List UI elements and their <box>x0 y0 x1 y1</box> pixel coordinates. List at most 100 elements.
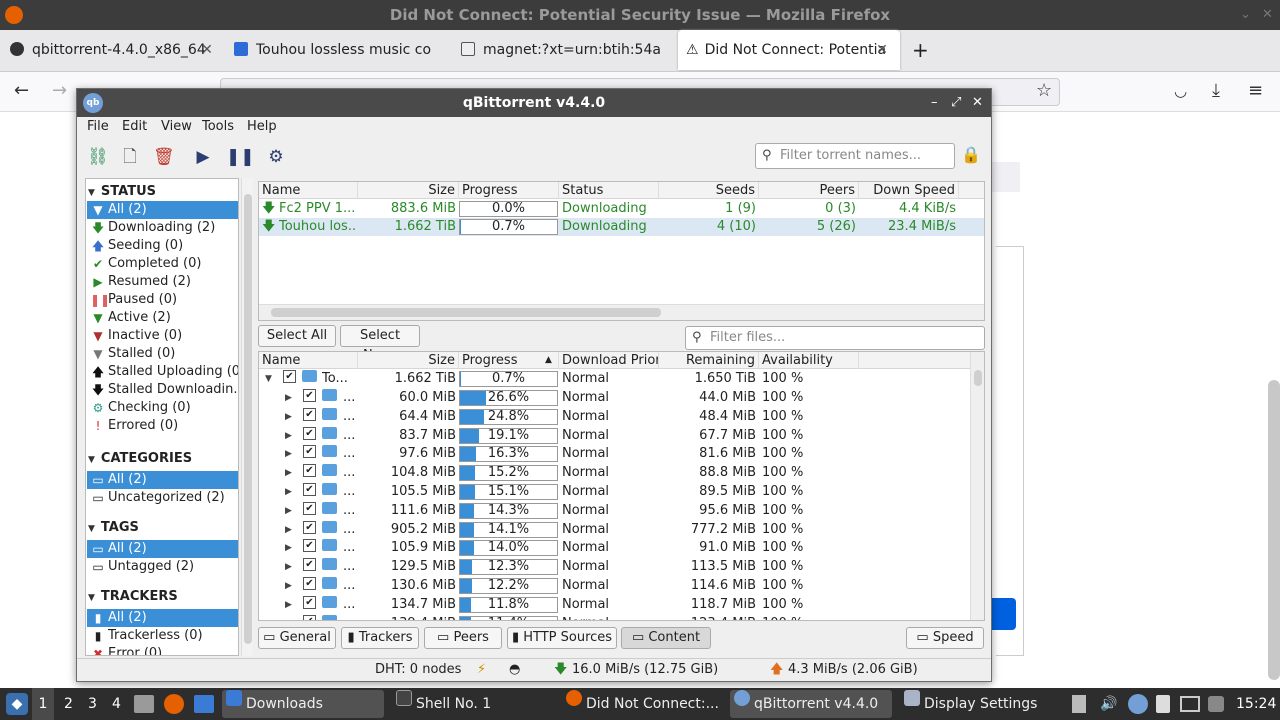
categories-section-header[interactable]: ▼ CATEGORIES <box>88 450 192 468</box>
checkbox[interactable]: ✔ <box>283 370 296 383</box>
file-priority[interactable]: Normal <box>562 464 658 482</box>
back-icon[interactable]: ← <box>14 80 29 101</box>
file-priority[interactable]: Normal <box>562 370 658 388</box>
add-torrent-file-icon[interactable]: 🗋 <box>120 147 140 167</box>
scrollbar-thumb[interactable] <box>271 308 661 317</box>
close-tab-icon[interactable]: ✕ <box>874 30 890 70</box>
status-filter-item[interactable]: ! Errored (0) <box>87 417 238 435</box>
torrent-table-hscrollbar[interactable] <box>259 304 984 320</box>
tab-qbittorrent-release[interactable]: qbittorrent-4.4.0_x86_64 ✕ <box>10 30 215 70</box>
checkbox[interactable]: ✔ <box>303 501 316 515</box>
tab-trackers[interactable]: ▮ Trackers <box>341 627 419 649</box>
menu-file[interactable]: File <box>87 119 109 134</box>
add-torrent-link-icon[interactable]: ⛓ <box>87 147 109 167</box>
file-row[interactable]: ▶ ✔... 64.4 MiB 24.8% Normal 48.4 MiB 100 % <box>259 407 984 426</box>
col-name[interactable]: Name <box>259 352 358 369</box>
file-manager-launcher-icon[interactable] <box>134 695 154 713</box>
page-scrollbar[interactable] <box>1268 380 1280 680</box>
checkbox[interactable]: ✔ <box>303 407 316 421</box>
clipboard-icon[interactable] <box>1072 695 1086 713</box>
expand-icon[interactable]: ▶ <box>285 483 292 501</box>
tag-all[interactable]: ▭ All (2) <box>87 540 238 558</box>
expand-icon[interactable]: ▶ <box>285 539 292 557</box>
close-icon[interactable]: ✕ <box>972 89 983 117</box>
status-filter-item[interactable]: 🡅 Stalled Uploading (0) <box>87 363 238 381</box>
status-filter-item[interactable]: ▼ All (2) <box>87 201 238 219</box>
workspace-1[interactable]: 1 <box>32 688 54 720</box>
status-filter-item[interactable]: ❚❚ Paused (0) <box>87 291 238 309</box>
col-priority[interactable]: Download Priorit <box>559 352 659 369</box>
menu-view[interactable]: View <box>161 119 192 134</box>
expand-icon[interactable]: ▶ <box>285 445 292 463</box>
col-progress[interactable]: Progress <box>459 352 559 369</box>
checkbox[interactable]: ✔ <box>303 426 316 440</box>
menu-edit[interactable]: Edit <box>122 119 147 134</box>
options-gear-icon[interactable]: ⚙ <box>266 147 286 167</box>
file-row[interactable]: ▶ ✔... 60.0 MiB 26.6% Normal 44.0 MiB 100 % <box>259 389 984 407</box>
tab-did-not-connect[interactable]: ⚠ Did Not Connect: Potentia ✕ <box>678 30 900 70</box>
file-priority[interactable]: Normal <box>562 483 658 501</box>
expand-icon[interactable]: ▶ <box>285 502 292 520</box>
menu-tools[interactable]: Tools <box>202 119 234 134</box>
file-row[interactable]: ▶ ✔... 105.5 MiB 15.1% Normal 89.5 MiB 100 % <box>259 483 984 501</box>
file-priority[interactable]: Normal <box>562 615 658 620</box>
expand-icon[interactable]: ▶ <box>285 521 292 539</box>
tracker-error[interactable]: ✖ Error (0) <box>87 645 238 655</box>
downloads-icon[interactable]: ⤓ <box>1212 80 1220 101</box>
file-row[interactable]: ▶ ✔...139.4 MiB 11.4% Normal123.4 MiB 100 % <box>259 614 984 620</box>
col-remaining[interactable]: Remaining <box>659 352 759 369</box>
task-shell[interactable]: Shell No. 1 <box>392 690 552 718</box>
status-filter-item[interactable]: 🡇 Downloading (2) <box>87 219 238 237</box>
resume-icon[interactable]: ▶ <box>193 147 213 167</box>
col-name[interactable]: Name <box>259 182 358 199</box>
tracker-trackerless[interactable]: ▮ Trackerless (0) <box>87 627 238 645</box>
pause-icon[interactable]: ❚❚ <box>226 147 255 167</box>
volume-icon[interactable]: 🔊 <box>1100 688 1117 720</box>
file-row[interactable]: ▶ ✔... 129.5 MiB 12.3% Normal 113.5 MiB 100 % <box>259 558 984 576</box>
torrent-row[interactable]: 🡇 Touhou los... 1.662 TiB 0.7% Downloadi… <box>259 218 984 236</box>
maximize-icon[interactable]: ⤢ <box>951 89 961 117</box>
checkbox[interactable]: ✔ <box>303 614 316 620</box>
status-filter-item[interactable]: 🡅 Seeding (0) <box>87 237 238 255</box>
speed-button[interactable]: ▭ Speed <box>906 627 984 649</box>
checkbox[interactable]: ✔ <box>303 389 316 402</box>
checkbox[interactable]: ✔ <box>303 595 316 609</box>
network-icon[interactable] <box>1180 696 1200 712</box>
scrollbar-thumb[interactable] <box>244 194 252 644</box>
file-row[interactable]: ▶ ✔... 83.7 MiB 19.1% Normal 67.7 MiB 100 % <box>259 426 984 445</box>
status-section-header[interactable]: ▼ STATUS <box>88 183 156 201</box>
task-qbittorrent[interactable]: qBittorrent v4.4.0 <box>730 690 892 718</box>
workspace-2[interactable]: 2 <box>64 688 73 720</box>
tab-touhou[interactable]: Touhou lossless music co <box>234 30 444 70</box>
minimize-icon[interactable]: ⌄ <box>1240 0 1251 30</box>
pocket-icon[interactable]: ◡ <box>1174 82 1187 100</box>
col-availability[interactable]: Availability <box>759 352 859 369</box>
expand-icon[interactable]: ▶ <box>285 464 292 482</box>
col-down-speed[interactable]: Down Speed <box>859 182 959 199</box>
expand-icon[interactable]: ▶ <box>285 408 292 426</box>
expand-icon[interactable]: ▶ <box>285 427 292 445</box>
speed-limit-icon[interactable]: ◓ <box>509 659 520 681</box>
tab-peers[interactable]: ▭ Peers <box>424 627 502 649</box>
expand-icon[interactable]: ▶ <box>285 389 292 407</box>
new-tab-button[interactable]: + <box>912 30 928 70</box>
tags-section-header[interactable]: ▼ TAGS <box>88 519 139 537</box>
tracker-all[interactable]: ▮ All (2) <box>87 609 238 627</box>
file-priority[interactable]: Normal <box>562 389 658 407</box>
task-firefox[interactable]: Did Not Connect:... <box>562 690 724 718</box>
category-all[interactable]: ▭ All (2) <box>87 471 238 489</box>
tab-general[interactable]: ▭ General <box>258 627 336 649</box>
file-priority[interactable]: Normal <box>562 577 658 595</box>
menu-help[interactable]: Help <box>247 119 277 134</box>
sidebar-scrollbar[interactable] <box>241 178 253 656</box>
file-row[interactable]: ▶ ✔... 130.6 MiB 12.2% Normal 114.6 MiB 100 % <box>259 577 984 595</box>
status-filter-item[interactable]: ▼ Active (2) <box>87 309 238 327</box>
tab-content[interactable]: ▭ Content <box>621 627 711 649</box>
close-tab-icon[interactable]: ✕ <box>199 30 215 70</box>
col-seeds[interactable]: Seeds <box>659 182 759 199</box>
connection-icon[interactable]: ⚡ <box>477 659 486 681</box>
task-downloads[interactable]: Downloads <box>222 690 384 718</box>
task-display-settings[interactable]: Display Settings <box>900 690 1045 718</box>
tag-untagged[interactable]: ▭ Untagged (2) <box>87 558 238 576</box>
file-row[interactable]: ▶ ✔... 105.9 MiB 14.0% Normal 91.0 MiB 100 % <box>259 539 984 557</box>
